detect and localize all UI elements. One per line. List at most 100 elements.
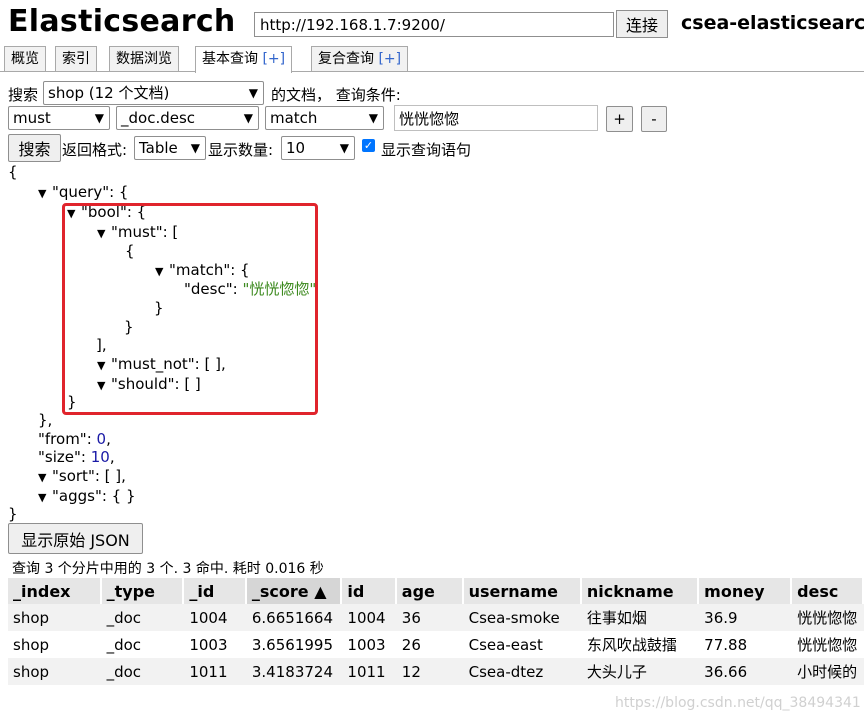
column-header-id-field[interactable]: id: [342, 578, 397, 604]
remove-condition-button[interactable]: -: [641, 106, 667, 132]
json-key: "sort": [ ],: [52, 467, 126, 485]
tab-label: 数据浏览: [116, 51, 172, 67]
json-size-entry: "size": 10,: [38, 448, 115, 467]
column-header-score[interactable]: _score ▲: [246, 578, 343, 604]
table-cell: 77.88: [699, 631, 793, 658]
index-select[interactable]: shop (12 个文档) ▼: [43, 81, 264, 105]
table-cell: 3.4183724: [246, 658, 343, 685]
size-select-value: 10: [286, 139, 306, 157]
tab-compound-query[interactable]: 复合查询 [+]: [311, 46, 409, 71]
tab-basic-query[interactable]: 基本查询 [+]: [195, 46, 293, 73]
column-header-id[interactable]: _id: [184, 578, 247, 604]
table-cell: _doc: [101, 658, 185, 685]
table-cell: 3.6561995: [246, 631, 343, 658]
search-label: 搜索: [8, 86, 39, 104]
tab-add-link[interactable]: [+]: [378, 51, 401, 67]
table-cell: 恍恍惚惚: [792, 604, 864, 631]
occur-select-value: must: [13, 109, 51, 127]
occur-select[interactable]: must ▼: [8, 106, 110, 130]
column-header-index[interactable]: _index: [8, 578, 102, 604]
table-cell: 1004: [342, 604, 397, 631]
add-condition-button[interactable]: +: [606, 106, 633, 132]
json-close-brace: }: [8, 505, 18, 523]
table-cell: shop: [8, 658, 102, 685]
tab-label: 基本查询: [202, 51, 258, 67]
size-select[interactable]: 10 ▼: [281, 136, 355, 160]
table-cell: shop: [8, 631, 102, 658]
column-header-nickname[interactable]: nickname: [581, 578, 700, 604]
tab-label: 概览: [11, 51, 39, 67]
table-cell: 1011: [184, 658, 247, 685]
collapse-triangle-icon[interactable]: ▼: [38, 488, 52, 507]
table-cell: Csea-smoke: [463, 604, 582, 631]
json-aggs-node: ▼ "aggs": { }: [38, 487, 136, 507]
show-query-label: 显示查询语句: [381, 141, 472, 159]
format-select[interactable]: Table ▼: [134, 136, 206, 160]
tab-label: 索引: [62, 51, 90, 67]
docs-query-label: 的文档， 查询条件:: [271, 86, 401, 104]
table-cell: 1004: [184, 604, 247, 631]
tab-overview[interactable]: 概览: [4, 46, 46, 71]
table-cell: _doc: [101, 631, 185, 658]
json-query-node: ▼ "query": {: [38, 183, 128, 203]
column-header-age[interactable]: age: [396, 578, 464, 604]
json-from-entry: "from": 0,: [38, 430, 111, 449]
table-cell: 小时候的: [792, 658, 864, 685]
collapse-triangle-icon[interactable]: ▼: [38, 468, 52, 487]
show-raw-json-button[interactable]: 显示原始 JSON: [8, 523, 143, 554]
table-row[interactable]: shop _doc 1004 6.6651664 1004 36 Csea-sm…: [8, 604, 864, 631]
json-number-value: 10: [90, 448, 110, 466]
table-cell: 26: [396, 631, 464, 658]
table-cell: 36.9: [699, 604, 793, 631]
table-row[interactable]: shop _doc 1003 3.6561995 1003 26 Csea-ea…: [8, 631, 864, 658]
table-row[interactable]: shop _doc 1011 3.4183724 1011 12 Csea-dt…: [8, 658, 864, 685]
column-header-money[interactable]: money: [699, 578, 793, 604]
chevron-down-icon: ▼: [94, 111, 104, 125]
table-cell: 6.6651664: [246, 604, 343, 631]
search-button[interactable]: 搜索: [8, 134, 61, 162]
table-cell: 往事如烟: [581, 604, 700, 631]
app-title: Elasticsearch: [8, 4, 236, 39]
cluster-url-input[interactable]: [254, 12, 614, 37]
tab-indices[interactable]: 索引: [55, 46, 97, 71]
table-cell: 大头儿子: [581, 658, 700, 685]
connect-button[interactable]: 连接: [616, 10, 668, 38]
table-cell: _doc: [101, 604, 185, 631]
json-comma: ,: [106, 430, 111, 448]
chevron-down-icon: ▼: [190, 141, 200, 155]
table-header-row: _index _type _id _score ▲ id age usernam…: [8, 578, 864, 604]
operator-select[interactable]: match ▼: [265, 106, 384, 130]
json-comma: ,: [109, 448, 115, 466]
chevron-down-icon: ▼: [368, 111, 378, 125]
chevron-down-icon: ▼: [248, 86, 258, 100]
json-key: "size":: [38, 448, 91, 466]
table-cell: 恍恍惚惚: [792, 631, 864, 658]
column-header-username[interactable]: username: [463, 578, 582, 604]
chevron-down-icon: ▼: [243, 111, 253, 125]
tab-label: 复合查询: [318, 51, 374, 67]
column-header-type[interactable]: _type: [101, 578, 185, 604]
tabs-divider: [0, 71, 864, 72]
table-cell: Csea-dtez: [463, 658, 582, 685]
table-cell: 36: [396, 604, 464, 631]
json-number-value: 0: [96, 430, 107, 448]
size-label: 显示数量:: [208, 141, 274, 159]
chevron-down-icon: ▼: [339, 141, 349, 155]
json-sort-node: ▼ "sort": [ ],: [38, 467, 126, 487]
query-term-input[interactable]: [394, 105, 598, 131]
tab-browser[interactable]: 数据浏览: [109, 46, 179, 71]
field-select-value: _doc.desc: [121, 109, 196, 127]
table-cell: 36.66: [699, 658, 793, 685]
table-cell: 1011: [342, 658, 397, 685]
results-table: _index _type _id _score ▲ id age usernam…: [8, 578, 864, 685]
collapse-triangle-icon[interactable]: ▼: [38, 184, 52, 203]
table-cell: 东风吹战鼓擂: [581, 631, 700, 658]
field-select[interactable]: _doc.desc ▼: [116, 106, 259, 130]
table-cell: shop: [8, 604, 102, 631]
tab-add-link[interactable]: [+]: [262, 51, 285, 67]
show-query-checkbox[interactable]: ✓: [362, 139, 375, 152]
results-summary: 查询 3 个分片中用的 3 个. 3 命中. 耗时 0.016 秒: [12, 561, 324, 577]
json-open-brace: {: [8, 163, 18, 181]
column-header-desc[interactable]: desc: [792, 578, 864, 604]
table-cell: 12: [396, 658, 464, 685]
